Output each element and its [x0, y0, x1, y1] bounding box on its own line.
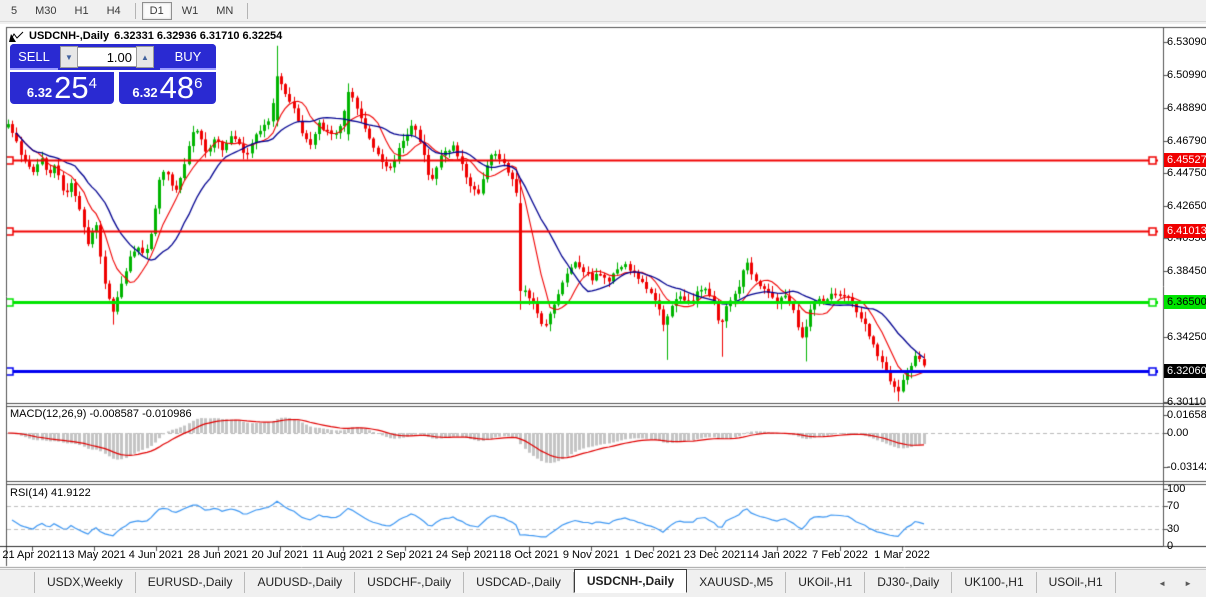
chart-tab-eurusd-daily[interactable]: EURUSD-,Daily	[136, 572, 246, 593]
chart-tab-audusd-daily[interactable]: AUDUSD-,Daily	[245, 572, 356, 593]
date-label: 1 Mar 2022	[874, 549, 930, 561]
chart-title-row: USDCNH-,Daily 6.32331 6.32936 6.31710 6.…	[9, 30, 282, 42]
sell-price-pips: 25	[54, 70, 89, 105]
price-chart-canvas[interactable]	[0, 24, 1206, 569]
sell-price-point: 4	[88, 75, 97, 92]
buy-price-point: 6	[194, 75, 203, 92]
price-tick-label: 6.46790	[1167, 134, 1206, 147]
level-price-label: 6.45527	[1164, 153, 1206, 168]
timeframe-button-d1[interactable]: D1	[141, 1, 172, 20]
price-tick-label: 6.50990	[1167, 68, 1206, 81]
tab-scroll-left-icon[interactable]: ◄	[1158, 579, 1166, 588]
chart-window: USDCNH-,Daily 6.32331 6.32936 6.31710 6.…	[0, 24, 1206, 569]
chart-marker-icon	[9, 31, 24, 42]
rsi-axis-label: 70	[1167, 499, 1180, 512]
macd-indicator-label: MACD(12,26,9) -0.008587 -0.010986	[10, 408, 192, 420]
date-label: 23 Dec 2021	[683, 549, 747, 561]
date-label: 2 Sep 2021	[376, 549, 434, 561]
date-label: 14 Jan 2022	[746, 549, 808, 561]
price-tick-label: 6.53090	[1167, 36, 1206, 48]
date-label: 28 Jun 2021	[187, 549, 249, 561]
date-label: 18 Oct 2021	[499, 549, 559, 561]
date-label: 24 Sep 2021	[435, 549, 499, 561]
volume-increase-button[interactable]: ▲	[136, 46, 154, 68]
sell-price-display[interactable]: 6.32 25 4	[10, 72, 114, 104]
mt4-terminal: 5 M30 H1 H4 D1 W1 MN USDCNH-,Daily 6.32331 6.3…	[0, 0, 1206, 597]
timeframe-toolbar: 5 M30 H1 H4 D1 W1 MN	[0, 0, 1206, 22]
price-tick-label: 6.30110	[1167, 396, 1206, 408]
volume-spinner: ▼ 1.00 ▲	[58, 44, 156, 70]
toolbar-separator	[134, 2, 136, 19]
price-tick-label: 6.34250	[1167, 331, 1206, 344]
macd-axis-label: -0.031427	[1167, 460, 1206, 473]
date-label: 4 Jun 2021	[128, 549, 184, 561]
macd-axis-label: 0.016586	[1167, 409, 1206, 422]
rsi-axis-label: 0	[1167, 540, 1174, 552]
chart-tab-uk100-h1[interactable]: UK100-,H1	[952, 572, 1037, 593]
rsi-axis-label: 30	[1167, 522, 1180, 535]
timeframe-button-w1[interactable]: W1	[174, 2, 207, 20]
level-price-label: 6.36500	[1164, 294, 1206, 309]
timeframe-button-h4[interactable]: H4	[99, 2, 129, 20]
buy-price-prefix: 6.32	[132, 85, 158, 100]
date-label: 1 Dec 2021	[624, 549, 682, 561]
chart-tab-usdcad-daily[interactable]: USDCAD-,Daily	[464, 572, 574, 593]
macd-axis-label: 0.00	[1167, 427, 1189, 439]
timeframe-button-m30[interactable]: M30	[27, 2, 64, 20]
one-click-trading-panel: SELL ▼ 1.00 ▲ BUY 6.32 25 4 6.32 48 6	[10, 44, 216, 104]
date-label: 7 Feb 2022	[812, 549, 868, 561]
timeframe-button-h1[interactable]: H1	[67, 2, 97, 20]
chart-ohlc-values: 6.32331 6.32936 6.31710 6.32254	[114, 30, 283, 42]
date-label: 11 Aug 2021	[312, 549, 374, 561]
price-tick-label: 6.48890	[1167, 101, 1206, 114]
chart-tab-usdchf-daily[interactable]: USDCHF-,Daily	[355, 572, 465, 593]
price-tick-label: 6.44750	[1167, 166, 1206, 179]
price-tick-label: 6.38450	[1167, 265, 1206, 278]
timeframe-button-5[interactable]: 5	[3, 2, 25, 20]
volume-decrease-button[interactable]: ▼	[60, 46, 78, 68]
chart-tab-ukoil-h1[interactable]: UKOil-,H1	[786, 572, 866, 593]
level-price-label: 6.32060	[1164, 364, 1206, 379]
trade-panel-top-row: SELL ▼ 1.00 ▲ BUY	[10, 44, 216, 70]
date-label: 21 Apr 2021	[2, 549, 62, 561]
chart-symbol-title: USDCNH-,Daily	[29, 30, 110, 42]
toolbar-separator	[247, 2, 249, 19]
sell-price-prefix: 6.32	[26, 85, 53, 100]
buy-price-display[interactable]: 6.32 48 6	[118, 70, 216, 105]
rsi-indicator-label: RSI(14) 41.9122	[10, 487, 91, 499]
buy-button[interactable]: BUY	[160, 44, 216, 70]
chart-tab-xauusd-m5[interactable]: XAUUSD-,M5	[687, 572, 787, 593]
chart-tab-usdcnh-daily[interactable]: USDCNH-,Daily	[573, 569, 688, 593]
date-label: 20 Jul 2021	[251, 549, 309, 561]
sell-button[interactable]: SELL	[10, 44, 58, 70]
tab-scroll-arrows: ◄ ►	[1158, 579, 1206, 593]
date-label: 9 Nov 2021	[562, 549, 620, 561]
price-tick-label: 6.42650	[1167, 199, 1206, 212]
tab-scroll-right-icon[interactable]: ►	[1184, 579, 1192, 588]
timeframe-button-mn[interactable]: MN	[208, 2, 241, 20]
chart-tab-bar: USDX,Weekly EURUSD-,Daily AUDUSD-,Daily USD…	[0, 569, 1206, 593]
date-label: 13 May 2021	[62, 549, 126, 561]
chart-tab-usoil-h1[interactable]: USOil-,H1	[1037, 572, 1116, 593]
level-price-label: 6.41013	[1164, 224, 1206, 239]
buy-price-pips: 48	[159, 70, 195, 105]
rsi-axis-label: 100	[1167, 482, 1186, 495]
chart-tab-usdx-weekly[interactable]: USDX,Weekly	[34, 572, 136, 593]
volume-input[interactable]: 1.00	[78, 47, 136, 67]
trade-panel-price-row: 6.32 25 4 6.32 48 6	[10, 72, 216, 104]
chart-tab-dj30-daily[interactable]: DJ30-,Daily	[865, 572, 953, 593]
